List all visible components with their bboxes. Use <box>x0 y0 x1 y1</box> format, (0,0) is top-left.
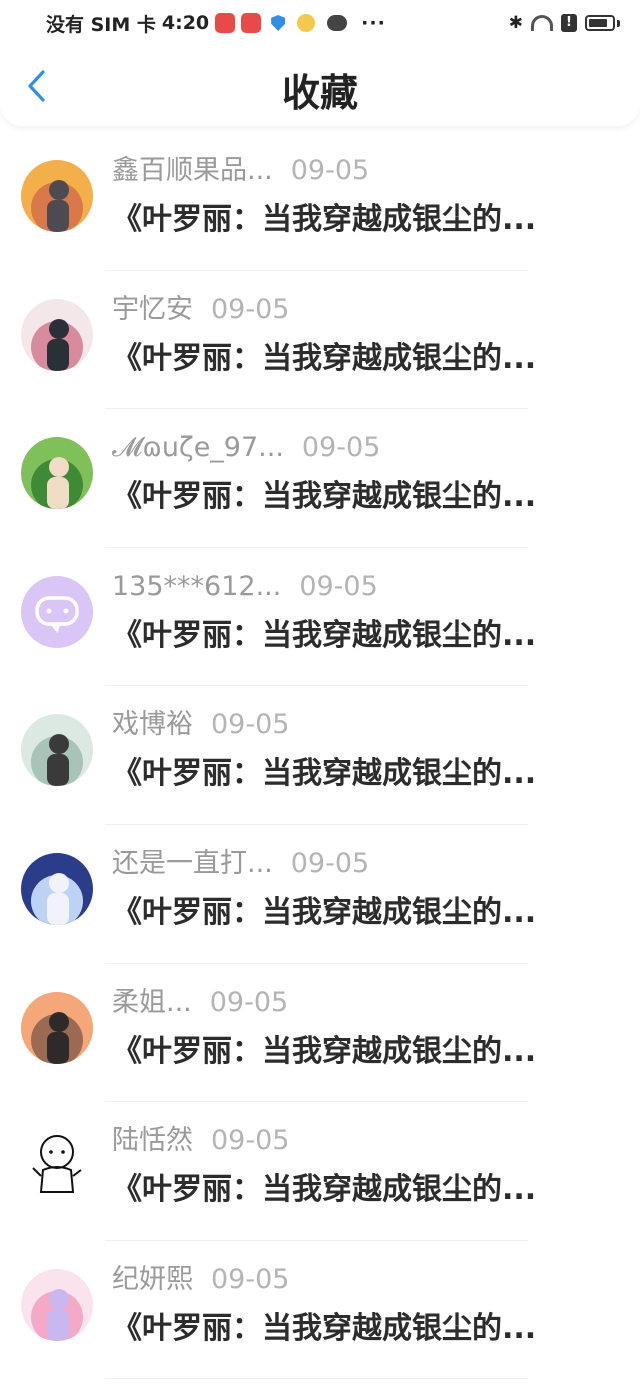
carrier-label: 没有 SIM 卡 <box>46 13 156 36</box>
battery-icon <box>585 15 615 31</box>
item-meta: 戏博裕 09-05 <box>112 708 289 742</box>
header-bar: 收藏 <box>0 46 640 126</box>
username[interactable]: 鑫百顺果品... <box>112 154 273 188</box>
date-label: 09-05 <box>299 570 378 602</box>
username[interactable]: 戏博裕 <box>112 708 193 742</box>
status-bar: 没有 SIM 卡 4:20 ··· ✱ ! <box>0 0 640 46</box>
alert-icon: ! <box>561 14 577 32</box>
clock: 4:20 <box>161 12 210 34</box>
wifi-icon <box>531 15 553 31</box>
app-notification-icon <box>215 13 236 33</box>
date-label: 09-05 <box>211 709 290 741</box>
chat-bubble-avatar[interactable] <box>21 575 93 648</box>
list-item[interactable]: 纪妍熙 09-05 《叶罗丽：当我穿越成银尘的... <box>0 1241 640 1380</box>
emoji-icon <box>297 14 316 32</box>
battery-tip-icon <box>617 19 620 27</box>
pink-anime-avatar[interactable] <box>21 1268 93 1341</box>
list-item[interactable]: 鑫百顺果品... 09-05 《叶罗丽：当我穿越成银尘的... <box>0 132 640 271</box>
item-meta: 135***612... 09-05 <box>112 570 378 604</box>
item-meta: 纪妍熙 09-05 <box>112 1263 289 1297</box>
username[interactable]: 135***612... <box>112 570 281 604</box>
list-item[interactable]: 𝓜ɷuζe_97... 09-05 《叶罗丽：当我穿越成银尘的... <box>0 409 640 548</box>
girl-photo-avatar[interactable] <box>21 298 93 371</box>
date-label: 09-05 <box>211 1263 290 1295</box>
more-notifications-icon: ··· <box>361 12 386 34</box>
shield-icon <box>271 15 286 31</box>
favorite-title[interactable]: 《叶罗丽：当我穿越成银尘的... <box>112 1032 608 1072</box>
list-item[interactable]: 戏博裕 09-05 《叶罗丽：当我穿越成银尘的... <box>0 686 640 825</box>
list-item[interactable]: 还是一直打... 09-05 《叶罗丽：当我穿越成银尘的... <box>0 825 640 964</box>
page-title: 收藏 <box>281 71 358 115</box>
bluetooth-icon: ✱ <box>508 13 523 33</box>
list-item[interactable]: 宇忆安 09-05 《叶罗丽：当我穿越成银尘的... <box>0 271 640 410</box>
app-notification-icon-2 <box>241 13 262 33</box>
item-meta: 陆恬然 09-05 <box>112 1124 289 1158</box>
favorite-title[interactable]: 《叶罗丽：当我穿越成银尘的... <box>112 754 608 794</box>
list-item[interactable]: 135***612... 09-05 《叶罗丽：当我穿越成银尘的... <box>0 548 640 687</box>
date-label: 09-05 <box>211 1125 290 1157</box>
anime-girl-avatar[interactable] <box>21 852 93 925</box>
item-meta: 还是一直打... 09-05 <box>112 847 369 881</box>
sketch-figure-avatar[interactable] <box>21 1130 93 1203</box>
favorites-list: 鑫百顺果品... 09-05 《叶罗丽：当我穿越成银尘的... 宇忆安 09-05 《叶罗… <box>0 132 640 1380</box>
status-right: ✱ ! <box>509 13 620 33</box>
date-label: 09-05 <box>209 986 289 1018</box>
date-label: 09-05 <box>211 293 290 325</box>
wechat-icon <box>327 15 348 31</box>
item-meta: 鑫百顺果品... 09-05 <box>112 154 369 188</box>
item-meta: 宇忆安 09-05 <box>112 293 289 327</box>
favorite-title[interactable]: 《叶罗丽：当我穿越成银尘的... <box>112 477 608 517</box>
username[interactable]: 陆恬然 <box>112 1124 193 1158</box>
item-meta: 柔姐... 09-05 <box>112 986 288 1020</box>
favorite-title[interactable]: 《叶罗丽：当我穿越成银尘的... <box>112 339 608 379</box>
favorite-title[interactable]: 《叶罗丽：当我穿越成银尘的... <box>112 1170 608 1210</box>
username[interactable]: 纪妍熙 <box>112 1263 193 1297</box>
favorite-title[interactable]: 《叶罗丽：当我穿越成银尘的... <box>112 616 608 656</box>
favorite-title[interactable]: 《叶罗丽：当我穿越成银尘的... <box>112 200 608 240</box>
username[interactable]: 柔姐... <box>112 986 192 1020</box>
favorite-title[interactable]: 《叶罗丽：当我穿越成银尘的... <box>112 1309 608 1349</box>
date-label: 09-05 <box>290 847 370 879</box>
date-label: 09-05 <box>290 155 370 186</box>
username[interactable]: 𝓜ɷuζe_97... <box>112 431 284 465</box>
status-left: 没有 SIM 卡 4:20 ··· <box>46 10 386 37</box>
list-item[interactable]: 柔姐... 09-05 《叶罗丽：当我穿越成银尘的... <box>0 964 640 1103</box>
divider <box>105 1378 528 1380</box>
favorite-title[interactable]: 《叶罗丽：当我穿越成银尘的... <box>112 893 608 933</box>
girl-white-dress-avatar[interactable] <box>21 714 93 787</box>
list-item[interactable]: 陆恬然 09-05 《叶罗丽：当我穿越成银尘的... <box>0 1102 640 1241</box>
username[interactable]: 还是一直打... <box>112 847 273 881</box>
item-meta: 𝓜ɷuζe_97... 09-05 <box>112 431 380 465</box>
sunset-field-avatar[interactable] <box>21 991 93 1064</box>
green-photo-avatar[interactable] <box>21 437 93 510</box>
date-label: 09-05 <box>301 432 381 464</box>
username[interactable]: 宇忆安 <box>112 293 193 327</box>
sunset-photo-avatar[interactable] <box>21 160 93 232</box>
